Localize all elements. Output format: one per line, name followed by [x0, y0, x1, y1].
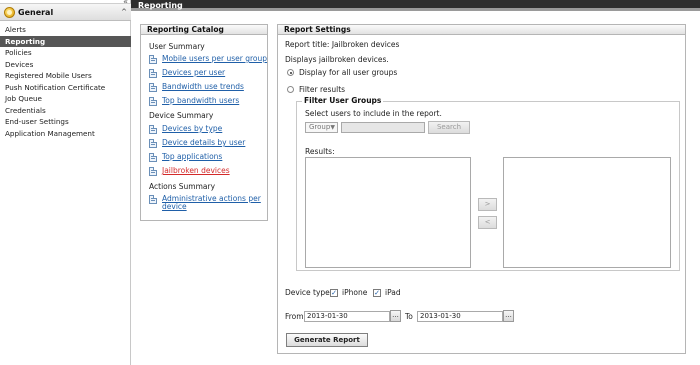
filter-instruction: Select users to include in the report. — [305, 109, 442, 118]
checkbox-iphone[interactable]: ✓ — [330, 289, 338, 297]
section-actions-summary: Actions Summary — [149, 182, 216, 191]
report-document-icon — [149, 125, 157, 134]
radio-filter-results-label: Filter results — [299, 85, 346, 94]
results-label: Results: — [305, 147, 335, 156]
filter-user-groups-legend: Filter User Groups — [302, 96, 384, 105]
reporting-catalog-panel: Reporting Catalog User Summary Mobile us… — [140, 24, 268, 221]
report-link-top-applications[interactable]: Top applications — [149, 153, 222, 162]
generate-report-button[interactable]: Generate Report — [286, 333, 368, 347]
results-listbox[interactable] — [305, 157, 471, 268]
search-input[interactable] — [341, 122, 425, 133]
remove-selected-button[interactable]: < — [478, 216, 497, 229]
report-document-icon — [149, 83, 157, 92]
report-link-device-details-by-user[interactable]: Device details by user — [149, 139, 245, 148]
sidebar-item-devices[interactable]: Devices — [0, 59, 131, 71]
report-document-icon — [149, 55, 157, 64]
page-header-bar: Reporting — [131, 0, 700, 11]
report-document-icon — [149, 139, 157, 148]
radio-filter-results[interactable] — [287, 86, 294, 93]
sidebar-header-title: General — [18, 8, 54, 17]
report-link-mobile-users-per-user-group[interactable]: Mobile users per user group — [149, 55, 267, 64]
chevron-down-icon: ▼ — [330, 124, 335, 131]
sidebar-item-registered-mobile-users[interactable]: Registered Mobile Users — [0, 70, 131, 82]
collapse-group-icon[interactable]: ^ — [121, 8, 127, 16]
report-description: Displays jailbroken devices. — [285, 55, 389, 64]
date-from-label: From — [285, 312, 304, 321]
sidebar-item-alerts[interactable]: Alerts — [0, 24, 131, 36]
device-type-label: Device type — [285, 288, 330, 297]
calendar-to-icon[interactable]: ... — [503, 310, 514, 322]
section-device-summary: Device Summary — [149, 111, 214, 120]
page-title: Reporting — [138, 1, 183, 10]
report-document-icon — [149, 195, 157, 204]
report-document-icon — [149, 167, 157, 176]
sidebar-item-application-management[interactable]: Application Management — [0, 128, 131, 140]
sidebar-item-reporting[interactable]: Reporting — [0, 35, 131, 47]
report-link-jailbroken-devices[interactable]: Jailbroken devices — [149, 167, 230, 176]
group-select[interactable]: Group ▼ — [305, 122, 338, 133]
search-button[interactable]: Search — [428, 121, 470, 134]
sidebar-header-general[interactable]: General ^ — [0, 3, 131, 21]
general-icon — [4, 7, 15, 18]
selected-groups-listbox[interactable] — [503, 157, 671, 268]
report-title: Report title: Jailbroken devices — [285, 40, 400, 49]
radio-display-all-groups[interactable] — [287, 69, 294, 76]
checkbox-iphone-label: iPhone — [342, 288, 368, 297]
report-link-devices-per-user[interactable]: Devices per user — [149, 69, 225, 78]
calendar-from-icon[interactable]: ... — [390, 310, 401, 322]
report-link-bandwidth-use-trends[interactable]: Bandwidth use trends — [149, 83, 244, 92]
report-document-icon — [149, 97, 157, 106]
report-document-icon — [149, 69, 157, 78]
report-document-icon — [149, 153, 157, 162]
sidebar-item-end-user-settings[interactable]: End-user Settings — [0, 116, 131, 128]
date-to-label: To — [405, 312, 413, 321]
sidebar-item-credentials[interactable]: Credentials — [0, 105, 131, 117]
sidebar-item-job-queue[interactable]: Job Queue — [0, 93, 131, 105]
sidebar-nav: Alerts Reporting Policies Devices Regist… — [0, 24, 131, 139]
report-link-administrative-actions-per-device[interactable]: Administrative actions per device — [149, 195, 264, 211]
sidebar-item-policies[interactable]: Policies — [0, 47, 131, 59]
catalog-title: Reporting Catalog — [141, 25, 267, 35]
add-selected-button[interactable]: > — [478, 198, 497, 211]
date-to-input[interactable]: 2013-01-30 — [417, 311, 503, 322]
checkbox-ipad[interactable]: ✓ — [373, 289, 381, 297]
sidebar-item-push-notification-certificate[interactable]: Push Notification Certificate — [0, 82, 131, 94]
report-link-devices-by-type[interactable]: Devices by type — [149, 125, 222, 134]
radio-display-all-groups-label: Display for all user groups — [299, 68, 398, 77]
settings-title: Report Settings — [278, 25, 685, 35]
checkbox-ipad-label: iPad — [385, 288, 401, 297]
section-user-summary: User Summary — [149, 42, 205, 51]
sidebar: « General ^ Alerts Reporting Policies De… — [0, 0, 131, 365]
report-link-top-bandwidth-users[interactable]: Top bandwidth users — [149, 97, 239, 106]
date-from-input[interactable]: 2013-01-30 — [304, 311, 390, 322]
